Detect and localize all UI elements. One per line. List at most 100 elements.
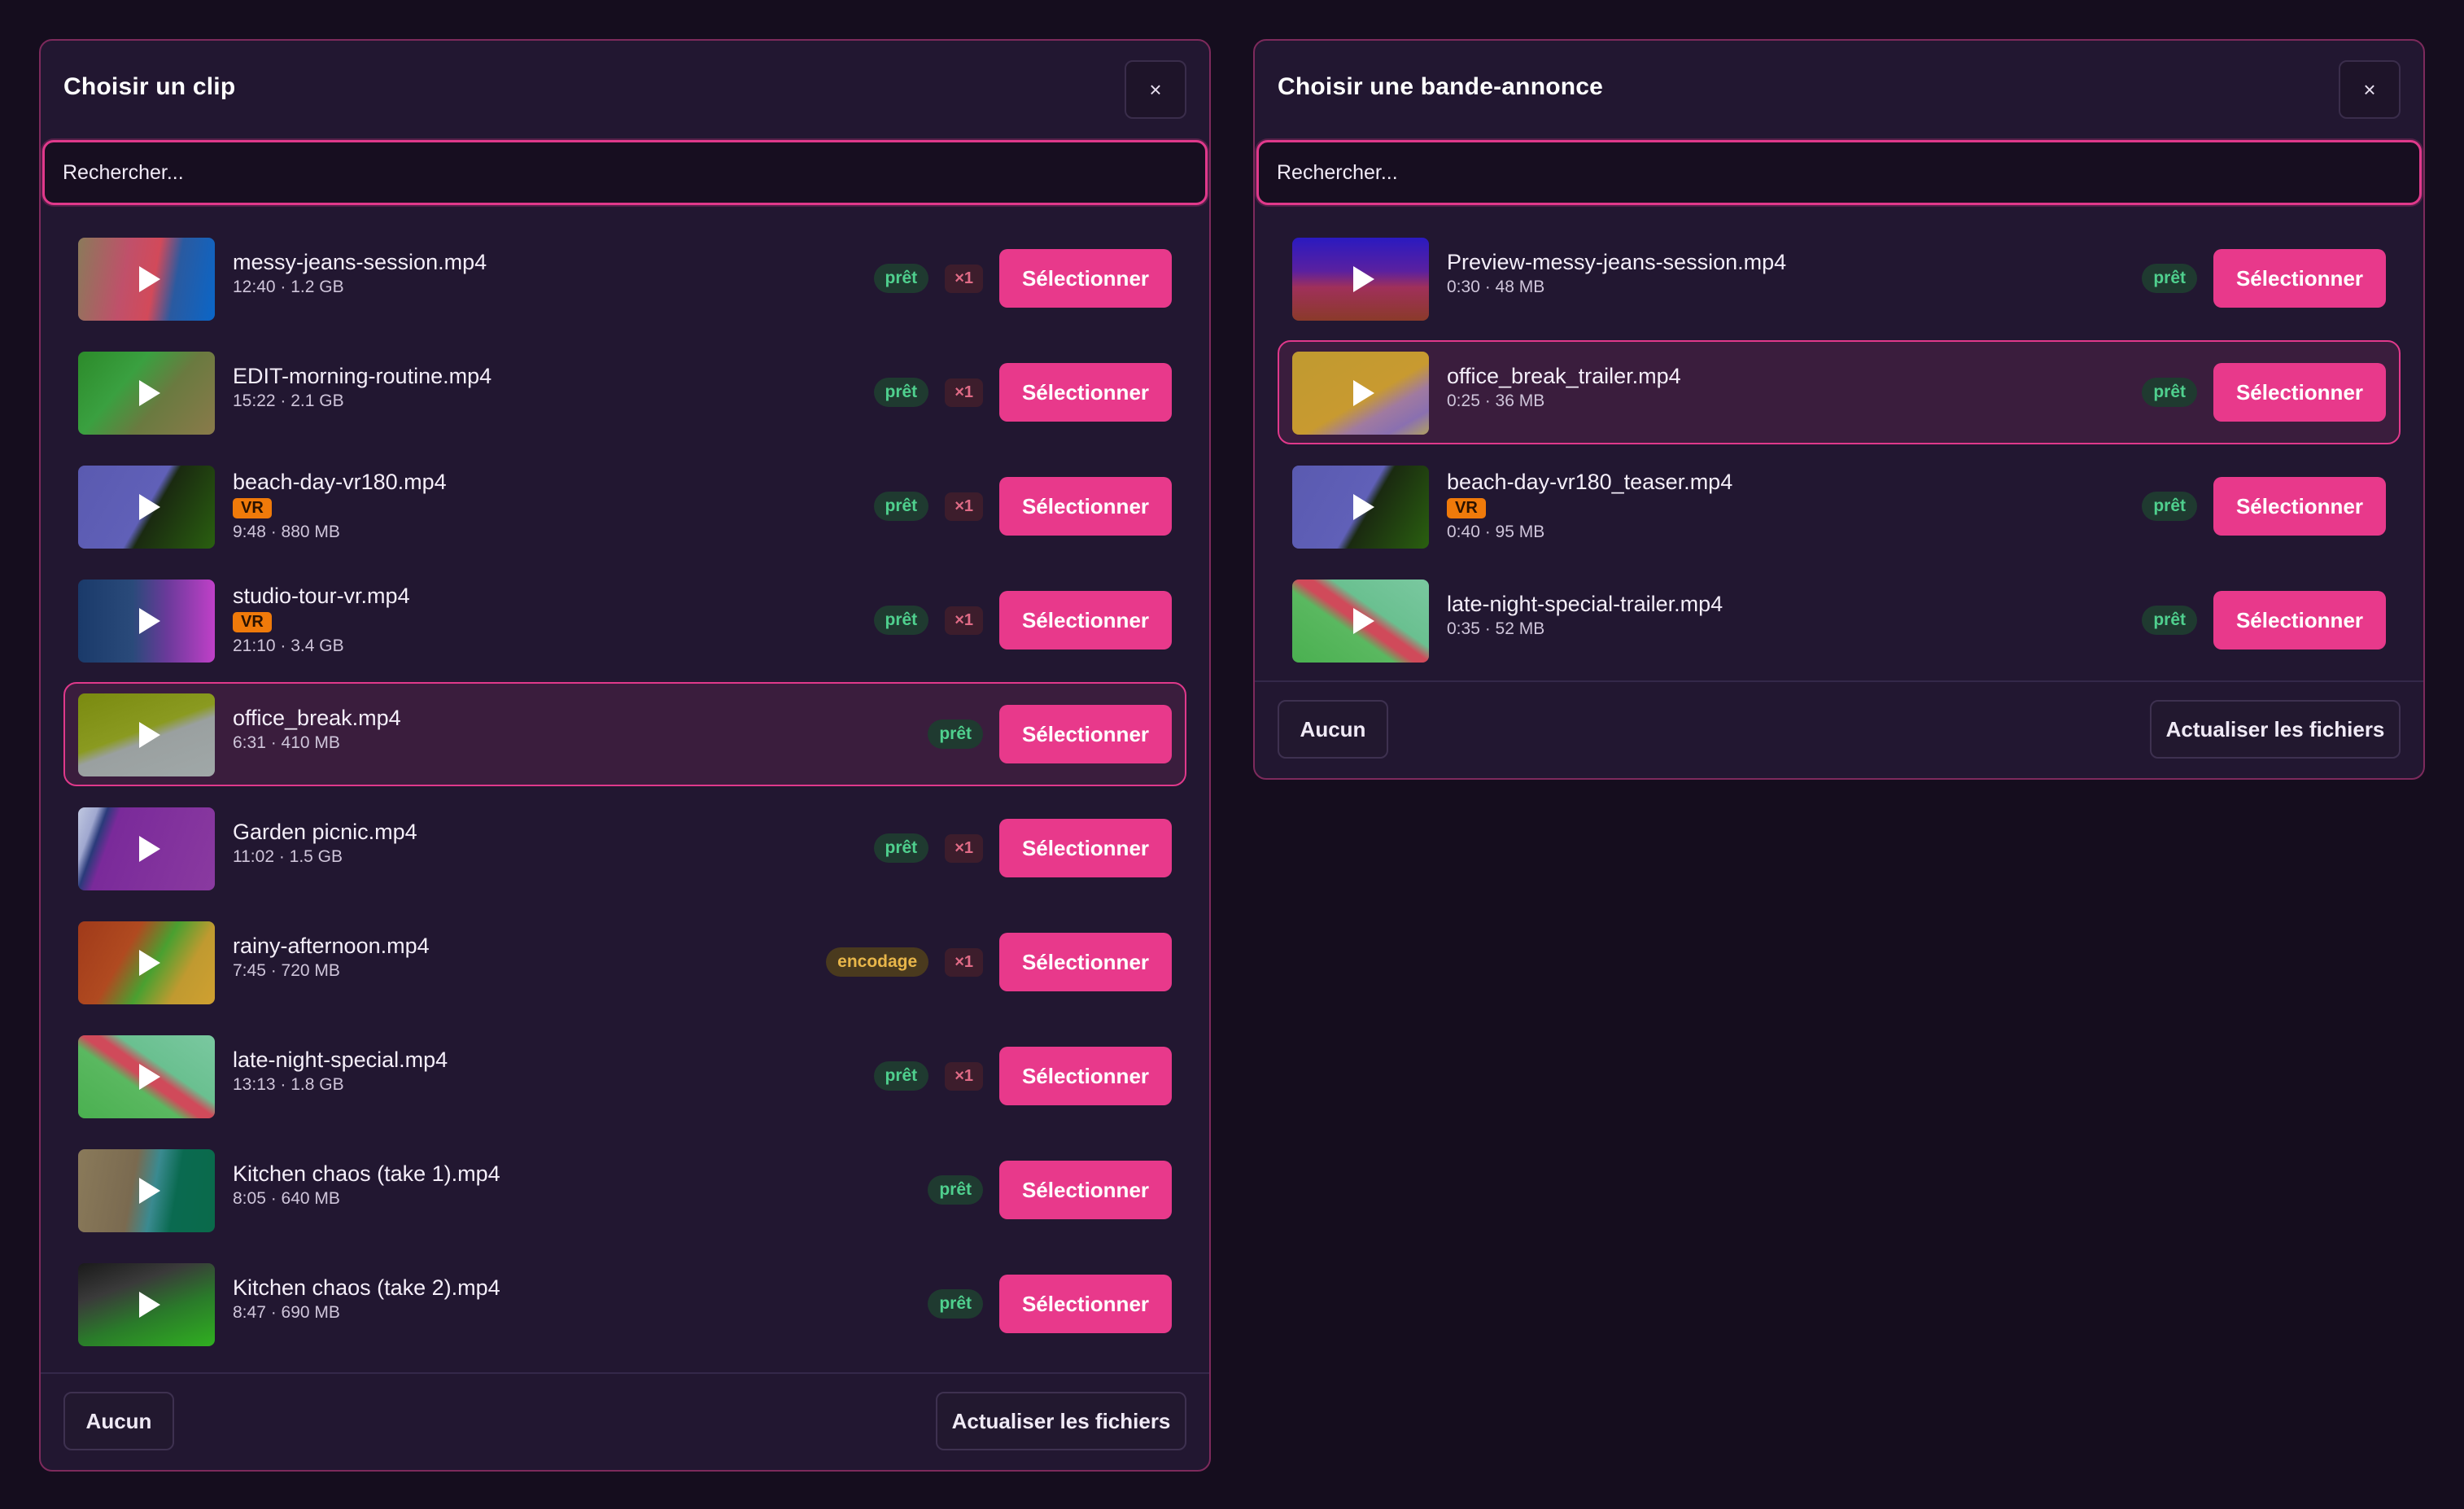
file-name: studio-tour-vr.mp4 [233, 584, 410, 608]
play-icon [1353, 266, 1374, 292]
list-item[interactable]: late-night-special.mp4 13:13 · 1.8 GB pr… [63, 1024, 1186, 1128]
close-button[interactable]: × [2339, 60, 2401, 119]
video-thumbnail[interactable] [1292, 580, 1429, 663]
select-button[interactable]: Sélectionner [2213, 477, 2386, 536]
item-actions: prêt ×1 Sélectionner [873, 228, 1172, 329]
file-name: messy-jeans-session.mp4 [233, 250, 487, 274]
status-badge: prêt [873, 492, 929, 521]
item-info: beach-day-vr180_teaser.mp4 VR 0:40 · 95 … [1447, 467, 1732, 543]
video-thumbnail[interactable] [78, 580, 215, 663]
status-badge: prêt [873, 833, 929, 863]
video-thumbnail[interactable] [78, 466, 215, 549]
list-item[interactable]: beach-day-vr180.mp4 VR 9:48 · 880 MB prê… [63, 454, 1186, 558]
dialog-header: Choisir une bande-annonce × [1255, 41, 2423, 138]
status-badge: prêt [2142, 492, 2197, 521]
select-button[interactable]: Sélectionner [999, 1161, 1172, 1219]
list-item-selected[interactable]: office_break.mp4 6:31 · 410 MB prêt Séle… [63, 682, 1186, 786]
usage-count-badge: ×1 [945, 606, 983, 635]
status-badge: prêt [2142, 606, 2197, 635]
none-button[interactable]: Aucun [63, 1392, 174, 1450]
file-meta: 0:25 · 36 MB [1447, 391, 1545, 410]
item-actions: prêt ×1 Sélectionner [873, 342, 1172, 443]
list-item[interactable]: EDIT-morning-routine.mp4 15:22 · 2.1 GB … [63, 340, 1186, 444]
trailer-list: Preview-messy-jeans-session.mp4 0:30 · 4… [1278, 226, 2401, 682]
play-icon [139, 494, 160, 520]
select-button[interactable]: Sélectionner [999, 705, 1172, 763]
select-button[interactable]: Sélectionner [999, 477, 1172, 536]
dialog-footer: Aucun Actualiser les fichiers [41, 1372, 1209, 1470]
item-actions: prêt Sélectionner [928, 684, 1172, 785]
select-button[interactable]: Sélectionner [999, 1275, 1172, 1333]
file-name: EDIT-morning-routine.mp4 [233, 364, 492, 388]
file-name: office_break_trailer.mp4 [1447, 364, 1681, 388]
video-thumbnail[interactable] [1292, 352, 1429, 435]
select-button[interactable]: Sélectionner [999, 933, 1172, 991]
list-item[interactable]: studio-tour-vr.mp4 VR 21:10 · 3.4 GB prê… [63, 568, 1186, 672]
vr-badge: VR [233, 612, 272, 632]
file-meta: 12:40 · 1.2 GB [233, 278, 344, 296]
play-icon [139, 1178, 160, 1204]
play-icon [139, 836, 160, 862]
select-button[interactable]: Sélectionner [999, 819, 1172, 877]
dialog-title: Choisir un clip [63, 73, 236, 100]
usage-count-badge: ×1 [945, 264, 983, 293]
video-thumbnail[interactable] [78, 921, 215, 1004]
trailer-picker-dialog: Choisir une bande-annonce × Rechercher..… [1253, 39, 2425, 780]
item-info: studio-tour-vr.mp4 VR 21:10 · 3.4 GB [233, 581, 410, 657]
item-actions: prêt Sélectionner [2142, 456, 2386, 557]
select-button[interactable]: Sélectionner [999, 249, 1172, 308]
file-meta: 13:13 · 1.8 GB [233, 1075, 344, 1094]
clip-picker-dialog: Choisir un clip × Rechercher... messy-je… [39, 39, 1211, 1472]
item-actions: prêt Sélectionner [928, 1253, 1172, 1354]
play-icon [139, 1064, 160, 1090]
item-info: rainy-afternoon.mp4 7:45 · 720 MB [233, 931, 430, 982]
file-name: late-night-special-trailer.mp4 [1447, 592, 1723, 616]
select-button[interactable]: Sélectionner [2213, 591, 2386, 650]
video-thumbnail[interactable] [78, 807, 215, 890]
refresh-files-button[interactable]: Actualiser les fichiers [936, 1392, 1186, 1450]
none-button[interactable]: Aucun [1278, 700, 1388, 759]
status-badge: prêt [873, 1061, 929, 1091]
file-meta: 6:31 · 410 MB [233, 733, 340, 752]
item-info: Kitchen chaos (take 2).mp4 8:47 · 690 MB [233, 1273, 500, 1323]
list-item[interactable]: late-night-special-trailer.mp4 0:35 · 52… [1278, 568, 2401, 672]
list-item[interactable]: Kitchen chaos (take 2).mp4 8:47 · 690 MB… [63, 1252, 1186, 1356]
usage-count-badge: ×1 [945, 378, 983, 407]
file-name: Preview-messy-jeans-session.mp4 [1447, 250, 1787, 274]
video-thumbnail[interactable] [78, 1263, 215, 1346]
dialog-footer: Aucun Actualiser les fichiers [1255, 680, 2423, 778]
status-badge: prêt [873, 606, 929, 635]
video-thumbnail[interactable] [78, 352, 215, 435]
list-item[interactable]: Kitchen chaos (take 1).mp4 8:05 · 640 MB… [63, 1138, 1186, 1242]
play-icon [1353, 494, 1374, 520]
file-name: beach-day-vr180.mp4 [233, 470, 447, 494]
close-button[interactable]: × [1125, 60, 1186, 119]
select-button[interactable]: Sélectionner [999, 363, 1172, 422]
select-button[interactable]: Sélectionner [2213, 363, 2386, 422]
video-thumbnail[interactable] [1292, 466, 1429, 549]
list-item-selected[interactable]: office_break_trailer.mp4 0:25 · 36 MB pr… [1278, 340, 2401, 444]
file-meta: 7:45 · 720 MB [233, 961, 340, 980]
list-item[interactable]: beach-day-vr180_teaser.mp4 VR 0:40 · 95 … [1278, 454, 2401, 558]
select-button[interactable]: Sélectionner [2213, 249, 2386, 308]
select-button[interactable]: Sélectionner [999, 1047, 1172, 1105]
list-item[interactable]: Preview-messy-jeans-session.mp4 0:30 · 4… [1278, 226, 2401, 330]
list-item[interactable]: Garden picnic.mp4 11:02 · 1.5 GB prêt ×1… [63, 796, 1186, 900]
refresh-files-button[interactable]: Actualiser les fichiers [2150, 700, 2401, 759]
video-thumbnail[interactable] [78, 693, 215, 776]
list-item[interactable]: rainy-afternoon.mp4 7:45 · 720 MB encoda… [63, 910, 1186, 1014]
search-input[interactable]: Rechercher... [1256, 140, 2422, 205]
item-actions: prêt ×1 Sélectionner [873, 456, 1172, 557]
item-actions: prêt ×1 Sélectionner [873, 570, 1172, 671]
file-meta: 11:02 · 1.5 GB [233, 847, 343, 866]
search-input[interactable]: Rechercher... [42, 140, 1208, 205]
video-thumbnail[interactable] [78, 1149, 215, 1232]
item-info: beach-day-vr180.mp4 VR 9:48 · 880 MB [233, 467, 447, 543]
video-thumbnail[interactable] [78, 238, 215, 321]
list-item[interactable]: messy-jeans-session.mp4 12:40 · 1.2 GB p… [63, 226, 1186, 330]
play-icon [1353, 608, 1374, 634]
file-meta: 0:40 · 95 MB [1447, 523, 1545, 541]
video-thumbnail[interactable] [1292, 238, 1429, 321]
select-button[interactable]: Sélectionner [999, 591, 1172, 650]
video-thumbnail[interactable] [78, 1035, 215, 1118]
